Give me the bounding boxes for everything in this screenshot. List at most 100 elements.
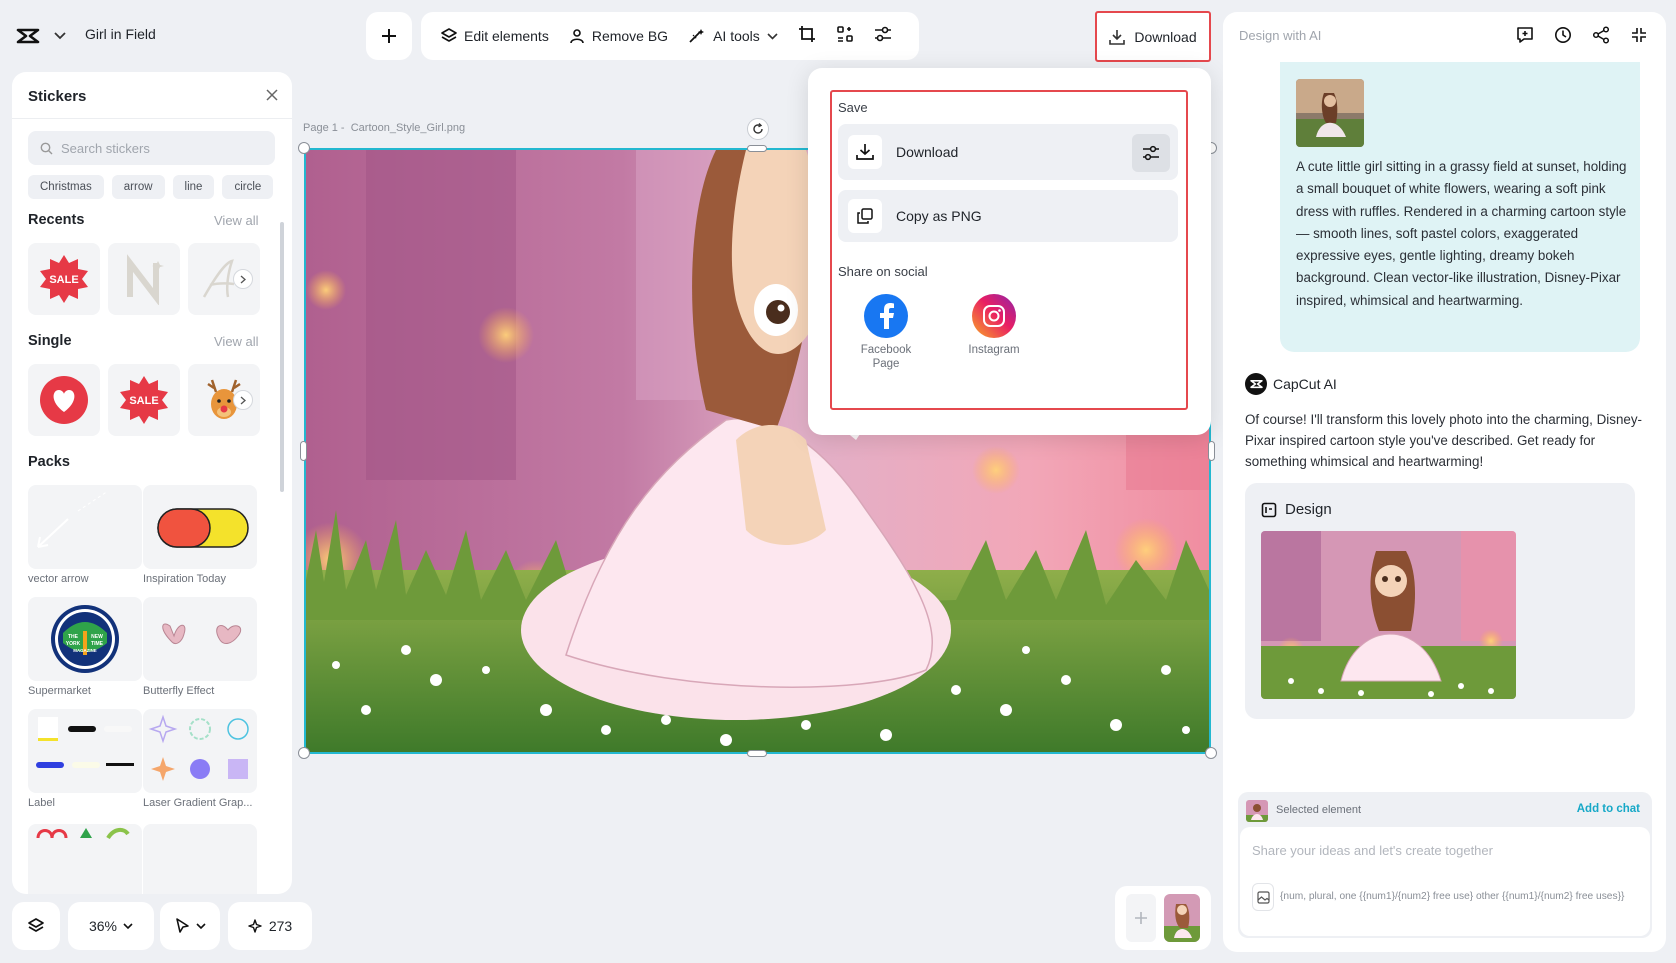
uploaded-photo[interactable] (1296, 79, 1364, 147)
pack-supermarket[interactable]: THE NEW YORK TIME MAGAZINE Supermarket (28, 597, 142, 697)
crop-button[interactable] (790, 19, 824, 54)
share-facebook[interactable]: Facebook Page (848, 294, 924, 371)
chip-line[interactable]: line (172, 175, 215, 199)
svg-text:MAGAZINE: MAGAZINE (73, 648, 96, 653)
arrange-button[interactable] (828, 19, 862, 54)
pointer-tool-button[interactable] (160, 902, 220, 950)
pack-butterfly-effect[interactable]: Butterfly Effect (143, 597, 257, 697)
ai-chat-panel: Design with AI A cute little girl sittin… (1223, 12, 1666, 952)
share-section-title: Share on social (838, 264, 928, 279)
remove-bg-button[interactable]: Remove BG (561, 22, 676, 50)
chat-input-area[interactable]: Share your ideas and let's create togeth… (1240, 827, 1650, 936)
rotate-handle[interactable] (747, 118, 769, 140)
download-button[interactable]: Download (1095, 11, 1211, 62)
chevron-down-icon (767, 32, 778, 40)
share-instagram[interactable]: Instagram (956, 294, 1032, 357)
resize-handle-top[interactable] (747, 145, 767, 152)
plus-icon (1134, 911, 1148, 925)
sliders-icon (874, 26, 892, 42)
add-button[interactable] (366, 12, 412, 60)
resize-handle-br[interactable] (1205, 747, 1217, 759)
user-message: A cute little girl sitting in a grassy f… (1280, 62, 1640, 352)
selected-element-label: Selected element (1276, 804, 1361, 816)
crop-icon (798, 25, 816, 43)
add-to-chat-button[interactable]: Add to chat (1577, 803, 1640, 815)
close-button[interactable] (266, 88, 278, 106)
svg-text:SALE: SALE (129, 395, 158, 407)
search-box[interactable] (28, 131, 275, 165)
resize-handle-bl[interactable] (298, 747, 310, 759)
recents-next-button[interactable] (233, 269, 253, 289)
svg-text:THE: THE (68, 634, 79, 640)
resize-handle-left[interactable] (300, 441, 307, 461)
chip-christmas[interactable]: Christmas (28, 175, 104, 199)
layers-icon (441, 28, 457, 44)
ai-tools-button[interactable]: AI tools (680, 22, 786, 50)
history-icon[interactable] (1554, 26, 1572, 44)
edit-elements-button[interactable]: Edit elements (433, 22, 557, 50)
svg-text:TIME: TIME (91, 641, 104, 647)
adjust-button[interactable] (866, 20, 900, 53)
layers-icon (27, 917, 45, 935)
pack-partial-1[interactable] (28, 824, 142, 894)
chat-input[interactable]: Share your ideas and let's create togeth… (1252, 843, 1493, 858)
project-title[interactable]: Girl in Field (85, 26, 156, 42)
pack-thumb (143, 597, 257, 681)
layers-button[interactable] (12, 902, 60, 950)
magic-wand-icon (688, 28, 706, 44)
recents-view-all[interactable]: View all (214, 213, 259, 228)
resize-handle-right[interactable] (1208, 441, 1215, 461)
chip-circle[interactable]: circle (222, 175, 274, 199)
recents-list: SALE (28, 243, 260, 315)
app-menu[interactable] (16, 22, 86, 50)
resize-handle-tl[interactable] (298, 142, 310, 154)
single-list: SALE (28, 364, 260, 436)
share-icon[interactable] (1592, 26, 1610, 44)
attach-image-button[interactable] (1252, 883, 1274, 911)
sticker-sale[interactable]: SALE (28, 243, 100, 315)
person-icon (569, 28, 585, 44)
chevron-down-icon (54, 32, 66, 40)
image-icon (1256, 890, 1270, 904)
save-section-title: Save (838, 100, 868, 115)
page-thumbnail[interactable] (1164, 894, 1200, 942)
pack-label-set[interactable]: Label (28, 709, 142, 809)
design-thumbnail[interactable] (1261, 531, 1516, 699)
chevron-right-icon (240, 275, 246, 284)
download-settings-button[interactable] (1132, 134, 1170, 172)
ai-header: CapCut AI (1245, 373, 1337, 395)
resize-handle-bottom[interactable] (747, 750, 767, 757)
download-option[interactable]: Download (838, 124, 1178, 180)
packs-title: Packs (28, 454, 70, 470)
pack-vector-arrow[interactable]: vector arrow (28, 485, 142, 585)
facebook-icon (864, 294, 908, 338)
single-view-all[interactable]: View all (214, 334, 259, 349)
zoom-value: 36% (88, 918, 118, 934)
new-chat-icon[interactable] (1516, 26, 1534, 44)
pack-laser-gradient[interactable]: Laser Gradient Grap... (143, 709, 257, 809)
sticker-letter-n[interactable] (108, 243, 180, 315)
pack-thumb (28, 709, 142, 793)
chip-arrow[interactable]: arrow (111, 175, 165, 199)
divider (12, 118, 292, 119)
collapse-icon[interactable] (1630, 26, 1648, 44)
sticker-heart[interactable] (28, 364, 100, 436)
sticker-sale-2[interactable]: SALE (108, 364, 180, 436)
search-input[interactable] (61, 140, 261, 156)
copy-png-option[interactable]: Copy as PNG (838, 190, 1178, 242)
credits-button[interactable]: 273 (228, 902, 312, 950)
single-next-button[interactable] (233, 390, 253, 410)
pack-inspiration-today[interactable]: Inspiration Today (143, 485, 257, 585)
pack-partial-2[interactable] (143, 824, 257, 894)
design-result-card: Design (1245, 483, 1635, 719)
rotate-icon (752, 123, 764, 135)
pack-thumb (143, 485, 257, 569)
scrollbar[interactable] (280, 222, 284, 492)
capcut-logo-icon (16, 27, 40, 45)
user-prompt-text: A cute little girl sitting in a grassy f… (1296, 159, 1627, 308)
svg-text:NEW: NEW (91, 634, 103, 640)
zoom-select[interactable]: 36% (68, 902, 154, 950)
arrange-icon (836, 25, 854, 43)
selected-element-thumbnail (1246, 800, 1268, 822)
add-page-button[interactable] (1126, 894, 1156, 942)
